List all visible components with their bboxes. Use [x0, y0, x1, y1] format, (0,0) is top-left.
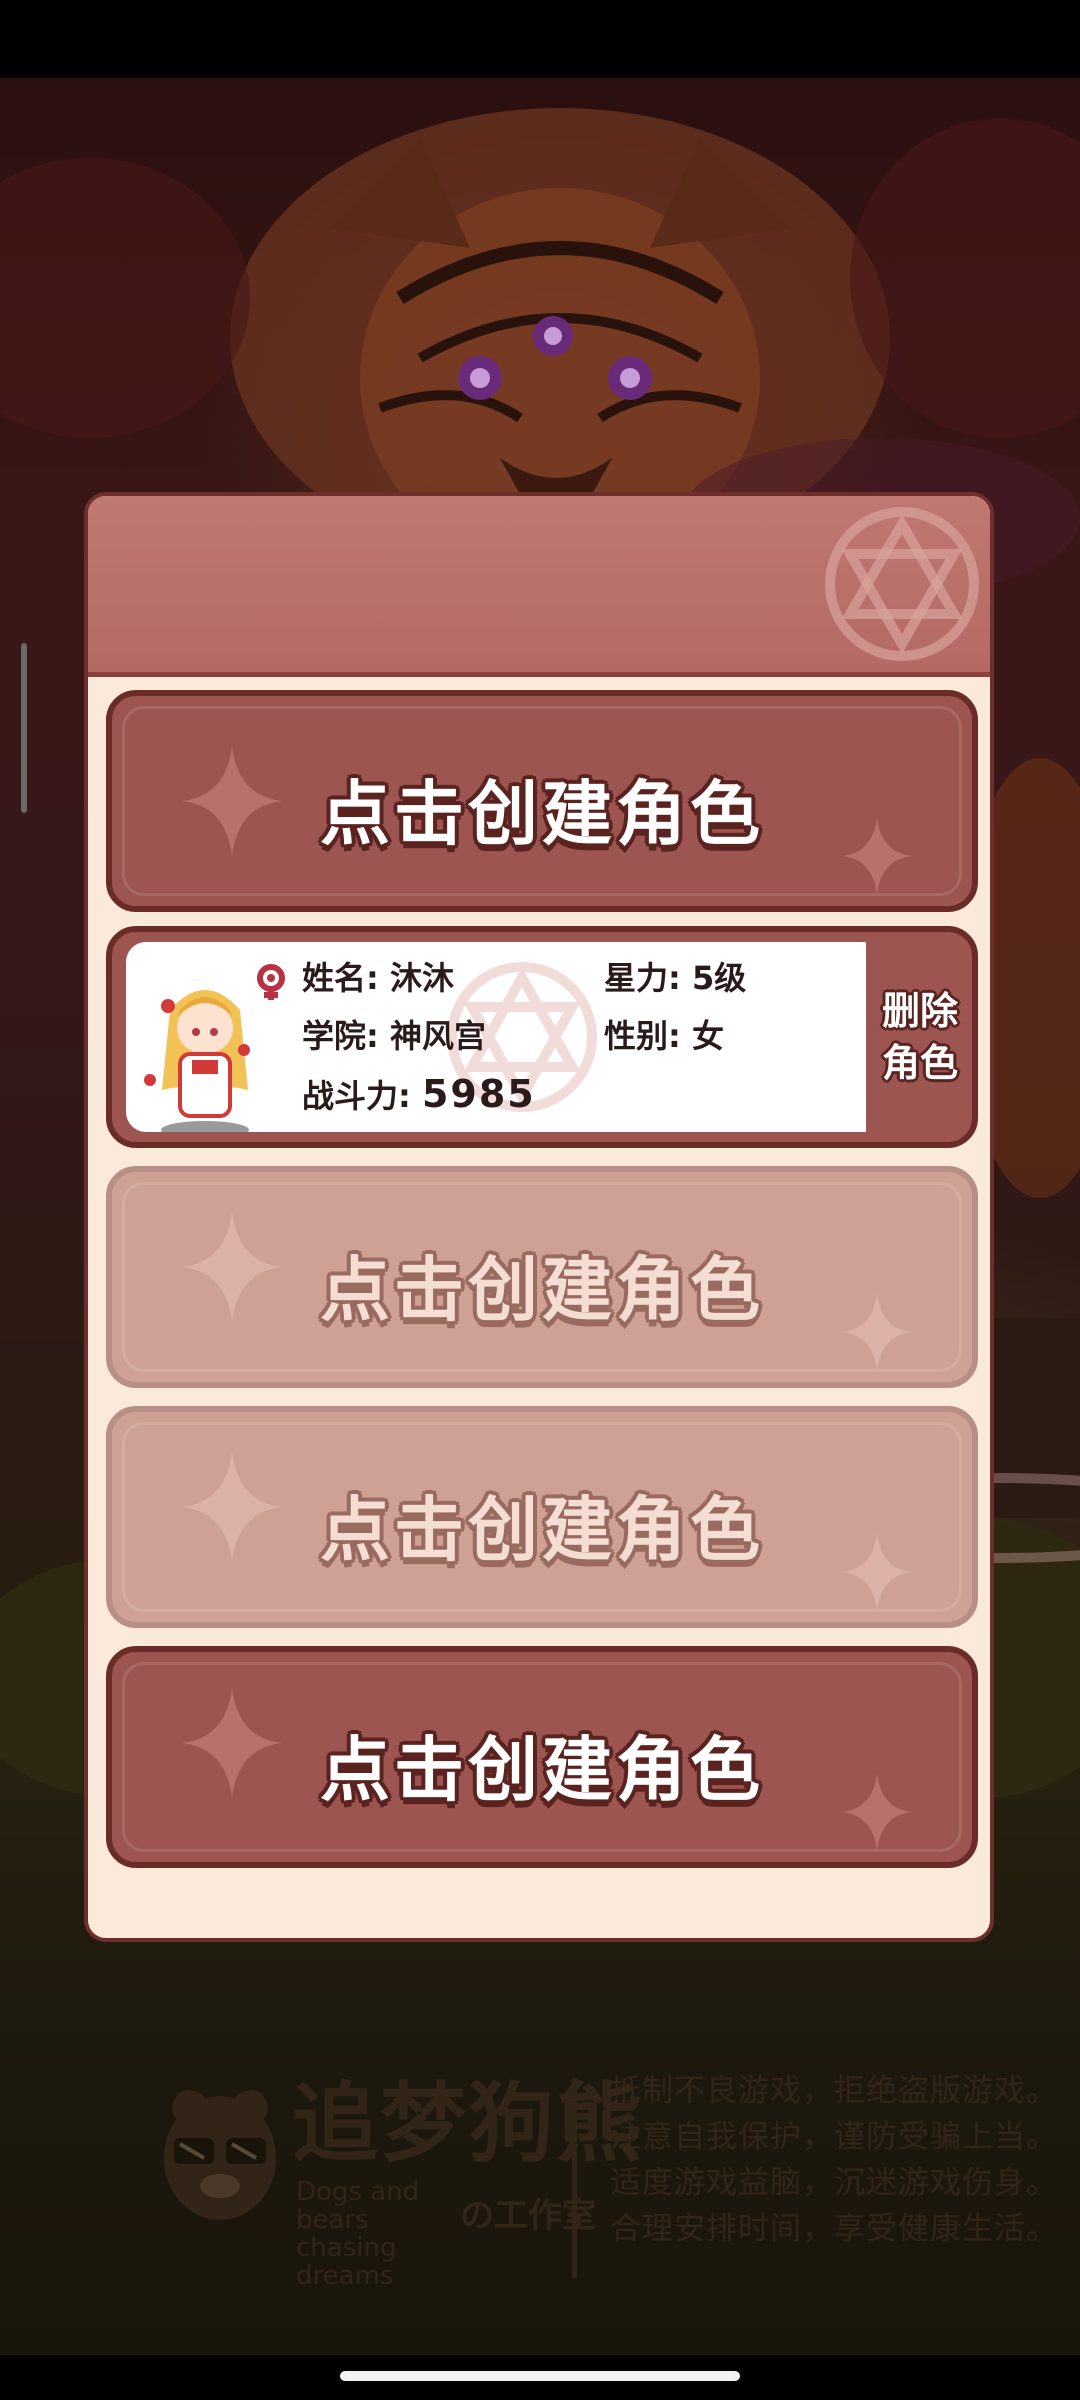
- bear-logo-icon: [164, 2090, 276, 2220]
- power-label: 战斗力:: [302, 1077, 422, 1115]
- create-character-label: 点击创建角色: [320, 1729, 764, 1811]
- character-info[interactable]: 姓名: 沐沐 星力: 5级 学院: 神风宫 性别: 女 战斗力: 5985: [126, 942, 866, 1132]
- hexagram-emblem-icon: [825, 507, 979, 661]
- female-icon: [257, 964, 285, 1000]
- advisory-line: 合理安排时间，享受健康生活。: [610, 2211, 1058, 2247]
- character-power: 战斗力: 5985: [302, 1074, 536, 1116]
- character-slot-2[interactable]: 姓名: 沐沐 星力: 5级 学院: 神风宫 性别: 女 战斗力: 5985 删除…: [106, 926, 978, 1148]
- logo-divider: [572, 2078, 577, 2278]
- character-academy: 学院: 神风宫: [302, 1017, 486, 1055]
- create-character-slot-3[interactable]: 点击创建角色: [106, 1166, 978, 1388]
- create-character-slot-4[interactable]: 点击创建角色: [106, 1406, 978, 1628]
- delete-label-line1: 删除: [881, 989, 958, 1033]
- home-indicator[interactable]: [340, 2371, 740, 2381]
- panel-header: [88, 496, 990, 677]
- character-name: 姓名: 沐沐: [302, 959, 454, 997]
- delete-label-line2: 角色: [881, 1041, 958, 1085]
- power-value: 5985: [421, 1072, 536, 1116]
- character-gender: 性别: 女: [604, 1017, 724, 1055]
- advisory-line: 适度游戏益脑，沉迷游戏伤身。: [610, 2165, 1058, 2201]
- create-character-label: 点击创建角色: [320, 1489, 764, 1571]
- advisory-line: 抵制不良游戏，拒绝盗版游戏。: [610, 2073, 1058, 2109]
- side-drawer-handle[interactable]: [21, 643, 27, 813]
- studio-logo: 追梦狗熊 Dogs and bears chasing dreams の工作室 …: [160, 2068, 1057, 2291]
- character-select-panel: 点击创建角色 姓名: 沐沐 星力: 5级 学院: 神风宫 性别: 女 战斗力: …: [84, 492, 994, 1942]
- create-character-label: 点击创建角色: [320, 773, 764, 855]
- studio-english-name: Dogs and bears chasing dreams: [296, 2177, 420, 2291]
- studio-title: 追梦狗熊: [292, 2074, 644, 2174]
- create-character-slot-5[interactable]: 点击创建角色: [106, 1646, 978, 1868]
- advisory-line: 注意自我保护，谨防受骗上当。: [610, 2119, 1058, 2155]
- character-avatar: [144, 990, 250, 1132]
- character-star-level: 星力: 5级: [604, 959, 747, 997]
- health-advisory: 抵制不良游戏，拒绝盗版游戏。 注意自我保护，谨防受骗上当。 适度游戏益脑，沉迷游…: [610, 2068, 1058, 2252]
- create-character-slot-1[interactable]: 点击创建角色: [106, 690, 978, 912]
- delete-character-button[interactable]: 删除 角色: [874, 942, 966, 1132]
- create-character-label: 点击创建角色: [320, 1249, 764, 1331]
- status-bar: [0, 0, 1080, 78]
